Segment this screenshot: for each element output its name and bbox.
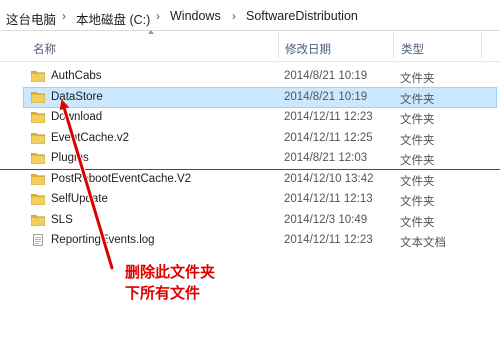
annotation-arrow	[59, 99, 115, 271]
annotation-text: 删除此文件夹 下所有文件	[125, 262, 215, 304]
annotation-line-2: 下所有文件	[125, 284, 201, 302]
annotation-line-1: 删除此文件夹	[125, 263, 216, 281]
